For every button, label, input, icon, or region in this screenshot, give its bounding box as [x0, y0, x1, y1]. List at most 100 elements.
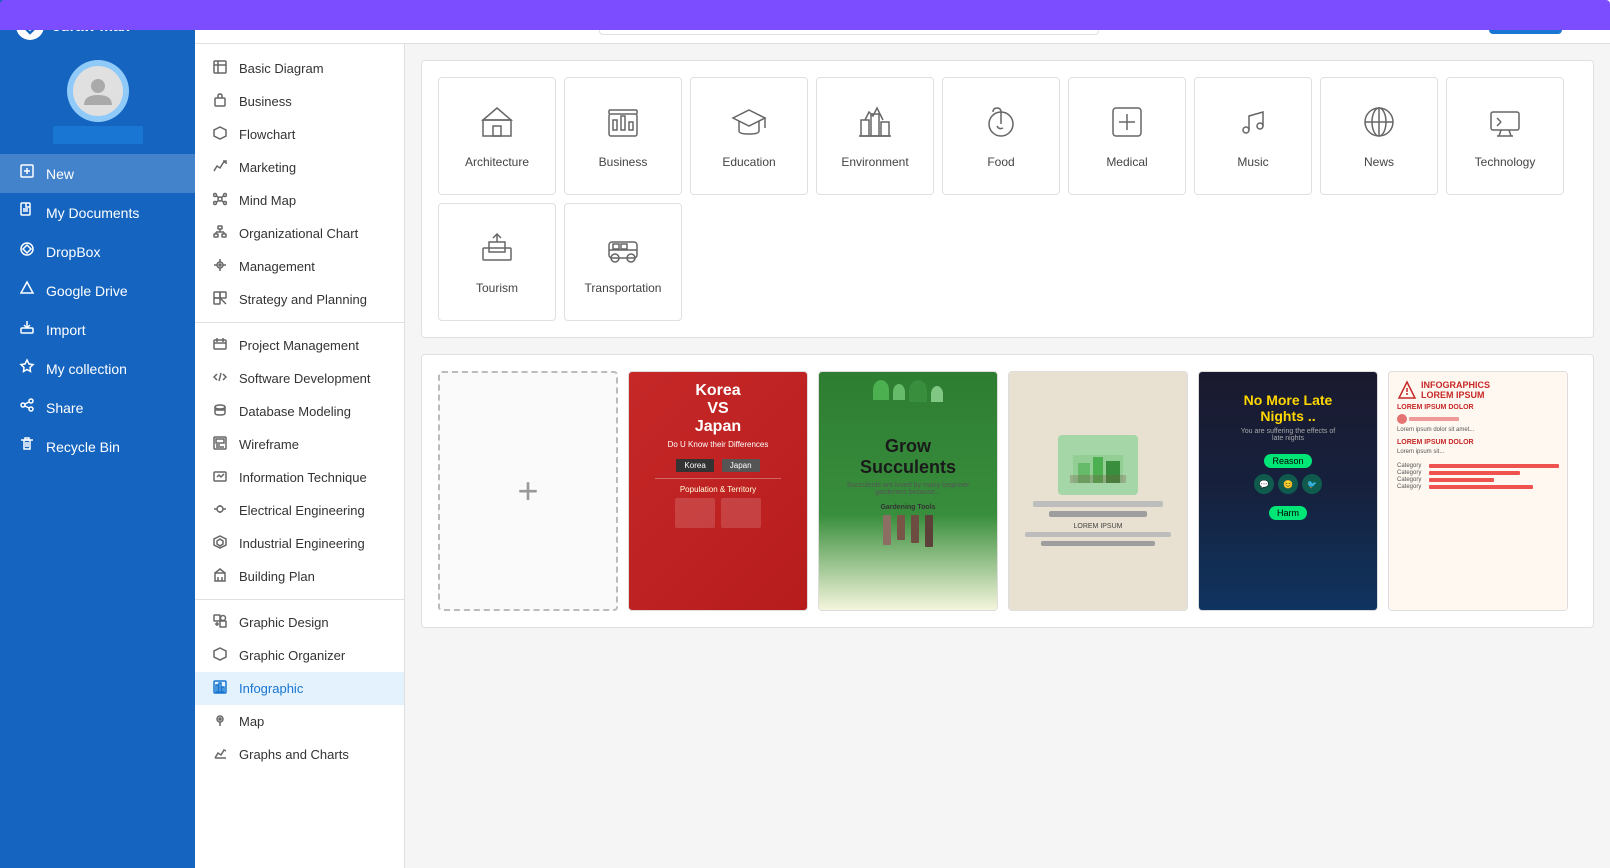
music-cat-icon [1235, 104, 1271, 147]
menu-label-org-chart: Organizational Chart [239, 226, 358, 241]
info-technique-icon [211, 469, 229, 486]
tourism-cat-icon [479, 230, 515, 273]
menu-item-project-management[interactable]: Project Management [195, 329, 404, 362]
korea-japan-subtitle: Do U Know their Differences [668, 440, 769, 449]
avatar-image [73, 66, 123, 116]
menu-item-basic-diagram[interactable]: Basic Diagram [195, 52, 404, 85]
template-city-infographic[interactable]: LOREM IPSUM [1008, 371, 1188, 611]
sidebar-item-label-recycle-bin: Recycle Bin [46, 439, 120, 455]
template-grow-succulents[interactable]: GrowSucculents Succulents are loved by m… [818, 371, 998, 611]
sidebar-item-label-dropbox: DropBox [46, 244, 100, 260]
software-dev-icon [211, 370, 229, 387]
menu-item-building-plan[interactable]: Building Plan [195, 560, 404, 593]
menu-item-software-dev[interactable]: Software Development [195, 362, 404, 395]
infographic-title: INFOGRAPHICSLOREM IPSUM [1421, 380, 1490, 400]
category-card-medical[interactable]: Medical [1068, 77, 1186, 195]
menu-item-marketing[interactable]: Marketing [195, 151, 404, 184]
architecture-label: Architecture [465, 155, 529, 169]
korea-label: Korea [676, 459, 713, 472]
menu-label-graphic-organizer: Graphic Organizer [239, 648, 345, 663]
menu-item-wireframe[interactable]: Wireframe [195, 428, 404, 461]
news-label: News [1364, 155, 1394, 169]
transportation-cat-icon [605, 230, 641, 273]
sidebar-nav-dropbox[interactable]: DropBox [0, 232, 195, 271]
menu-item-map[interactable]: Map [195, 705, 404, 738]
japan-label: Japan [722, 459, 760, 472]
menu-item-management[interactable]: Management [195, 250, 404, 283]
education-cat-icon [731, 104, 767, 147]
basic-diagram-icon [211, 60, 229, 77]
category-card-architecture[interactable]: Architecture [438, 77, 556, 195]
template-lorem-ipsum[interactable]: INFOGRAPHICSLOREM IPSUM LOREM IPSUM DOLO… [1388, 371, 1568, 611]
sidebar-item-label-new: New [46, 166, 74, 182]
category-card-tourism[interactable]: Tourism [438, 203, 556, 321]
menu-label-basic-diagram: Basic Diagram [239, 61, 324, 76]
menu-item-graphic-organizer[interactable]: Graphic Organizer [195, 639, 404, 672]
sidebar-nav-my-documents[interactable]: My Documents [0, 193, 195, 232]
my-collection-icon [18, 358, 36, 379]
menu-item-infographic[interactable]: Infographic [195, 672, 404, 705]
templates-grid: + KoreaVSJapan Do U Know their Differenc… [438, 371, 1577, 611]
sidebar-nav-recycle-bin[interactable]: Recycle Bin [0, 427, 195, 466]
recycle-bin-icon [18, 436, 36, 457]
template-add-new[interactable]: + [438, 371, 618, 611]
menu-item-database-modeling[interactable]: Database Modeling [195, 395, 404, 428]
main-area: Search Basic Diagram Business [195, 0, 1610, 868]
lorem-ipsum-label: LOREM IPSUM [1073, 523, 1122, 530]
sidebar-nav-google-drive[interactable]: Google Drive [0, 271, 195, 310]
menu-item-info-technique[interactable]: Information Technique [195, 461, 404, 494]
import-icon [18, 319, 36, 340]
category-card-music[interactable]: Music [1194, 77, 1312, 195]
strategy-planning-icon [211, 291, 229, 308]
category-card-news[interactable]: News [1320, 77, 1438, 195]
sidebar-nav-import[interactable]: Import [0, 310, 195, 349]
category-card-business[interactable]: Business [564, 77, 682, 195]
category-card-education[interactable]: Education [690, 77, 808, 195]
menu-item-business[interactable]: Business [195, 85, 404, 118]
template-late-nights[interactable]: No More LateNights .. You are suffering … [1198, 371, 1378, 611]
sidebar-nav-share[interactable]: Share [0, 388, 195, 427]
template-korea-japan[interactable]: KoreaVSJapan Do U Know their Differences… [628, 371, 808, 611]
technology-label: Technology [1475, 155, 1536, 169]
reason-badge: Reason [1264, 454, 1311, 468]
sidebar-item-label-share: Share [46, 400, 83, 416]
category-card-transportation[interactable]: Transportation [564, 203, 682, 321]
category-card-technology[interactable]: Technology [1446, 77, 1564, 195]
tourism-label: Tourism [476, 281, 518, 295]
menu-item-electrical-eng[interactable]: Electrical Engineering [195, 494, 404, 527]
menu-item-graphic-design[interactable]: Graphic Design [195, 606, 404, 639]
menu-label-graphs-charts: Graphs and Charts [239, 747, 349, 762]
korea-japan-title: KoreaVSJapan [695, 382, 741, 436]
menu-item-graphs-charts[interactable]: Graphs and Charts [195, 738, 404, 771]
menu-item-strategy-planning[interactable]: Strategy and Planning [195, 283, 404, 316]
menu-item-flowchart[interactable]: Flowchart [195, 118, 404, 151]
map-icon [211, 713, 229, 730]
menu-label-infographic: Infographic [239, 681, 303, 696]
menu-label-graphic-design: Graphic Design [239, 615, 329, 630]
sidebar-item-label-my-collection: My collection [46, 361, 127, 377]
menu-label-strategy-planning: Strategy and Planning [239, 292, 367, 307]
username-bar [53, 126, 143, 144]
menu-item-org-chart[interactable]: Organizational Chart [195, 217, 404, 250]
menu-divider-1 [195, 322, 404, 323]
menu-item-industrial-eng[interactable]: Industrial Engineering [195, 527, 404, 560]
category-card-food[interactable]: Food [942, 77, 1060, 195]
left-menu: Basic Diagram Business Flowchart Marketi… [195, 44, 405, 868]
electrical-eng-icon [211, 502, 229, 519]
building-plan-icon [211, 568, 229, 585]
share-icon [18, 397, 36, 418]
sidebar-nav-my-collection[interactable]: My collection [0, 349, 195, 388]
menu-label-management: Management [239, 259, 315, 274]
medical-cat-icon [1109, 104, 1145, 147]
category-card-environment[interactable]: Environment [816, 77, 934, 195]
sidebar-nav-new[interactable]: New [0, 154, 195, 193]
new-icon [18, 163, 36, 184]
gardening-tools-label: Gardening Tools [880, 504, 935, 511]
templates-section: + KoreaVSJapan Do U Know their Differenc… [421, 354, 1594, 628]
menu-item-mind-map[interactable]: Mind Map [195, 184, 404, 217]
menu-label-mind-map: Mind Map [239, 193, 296, 208]
add-plus-icon: + [517, 473, 538, 509]
lorem-body: Lorem ipsum dolor sit amet... [1397, 427, 1559, 435]
management-icon [211, 258, 229, 275]
menu-label-marketing: Marketing [239, 160, 296, 175]
